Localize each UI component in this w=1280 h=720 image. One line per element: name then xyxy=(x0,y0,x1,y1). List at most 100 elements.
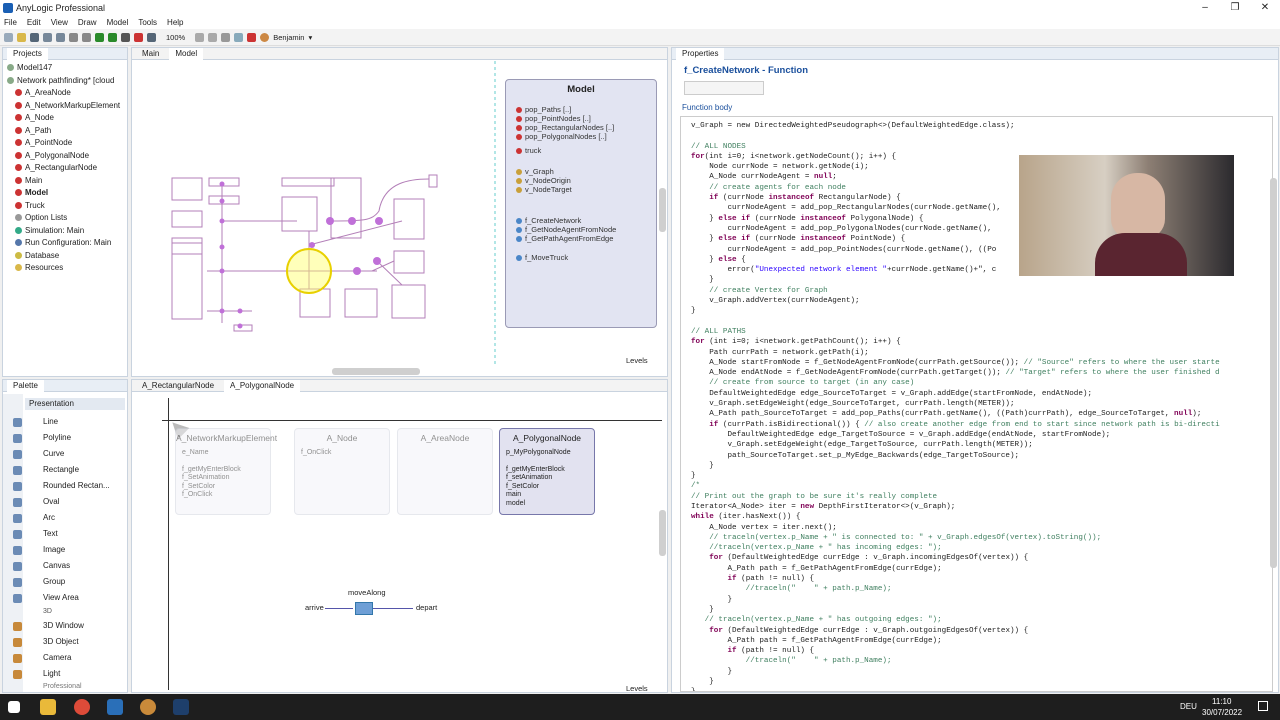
undo-icon[interactable] xyxy=(43,32,52,42)
project-tree-item[interactable]: A_Node xyxy=(3,112,127,125)
bottom-v-scrollbar[interactable] xyxy=(659,510,666,556)
stop-icon[interactable] xyxy=(134,32,143,42)
project-tree-item[interactable]: Truck xyxy=(3,200,127,213)
palette-section-header[interactable]: Presentation xyxy=(25,398,125,410)
model-card-entry[interactable]: f_GetPathAgentFromEdge xyxy=(516,234,656,243)
export-icon[interactable] xyxy=(247,32,257,42)
palette-item[interactable]: Group xyxy=(13,574,123,590)
move-along-block[interactable] xyxy=(355,602,373,615)
project-tree-item[interactable]: A_RectangularNode xyxy=(3,162,127,175)
file-explorer-icon[interactable] xyxy=(40,699,56,715)
project-tree-item[interactable]: Model xyxy=(3,187,127,200)
model-agent-card[interactable]: Model pop_Paths [..] pop_PointNodes [..] p… xyxy=(505,79,657,328)
palette-item[interactable]: 3D Object xyxy=(13,634,123,650)
menu-tools[interactable]: Tools xyxy=(138,18,157,27)
project-tree-item[interactable]: A_PolygonalNode xyxy=(3,150,127,163)
cut-icon[interactable] xyxy=(69,32,78,42)
anylogic-icon[interactable] xyxy=(107,699,123,715)
bottom-levels-label[interactable]: Levels xyxy=(626,684,648,693)
palette-item[interactable]: Curve xyxy=(13,446,123,462)
maximize-icon[interactable]: ❐ xyxy=(1220,0,1250,16)
recorder-icon[interactable] xyxy=(140,699,156,715)
menu-draw[interactable]: Draw xyxy=(78,18,97,27)
project-tree-item[interactable]: A_AreaNode xyxy=(3,87,127,100)
top-h-scrollbar[interactable] xyxy=(332,368,420,375)
palette-item[interactable]: Light xyxy=(13,666,123,682)
menu-file[interactable]: File xyxy=(4,18,17,27)
palette-item[interactable]: Line xyxy=(13,414,123,430)
zoom-level[interactable]: 100% xyxy=(166,33,185,42)
project-tree-item[interactable]: A_NetworkMarkupElement xyxy=(3,100,127,113)
project-tree-item[interactable]: Model147 xyxy=(3,62,127,75)
tab-model[interactable]: Model xyxy=(169,47,204,60)
menu-help[interactable]: Help xyxy=(167,18,183,27)
palette-item[interactable]: Rectangle xyxy=(13,462,123,478)
project-tree-item[interactable]: Option Lists xyxy=(3,212,127,225)
keyboard-language[interactable]: DEU xyxy=(1180,702,1197,711)
menu-edit[interactable]: Edit xyxy=(27,18,41,27)
top-levels-label[interactable]: Levels xyxy=(626,356,648,365)
model-card-entry[interactable]: truck xyxy=(516,146,656,155)
zoom-icon[interactable] xyxy=(147,32,156,42)
palette-item[interactable]: Polyline xyxy=(13,430,123,446)
palette-item[interactable]: Rounded Rectan... xyxy=(13,478,123,494)
debug-icon[interactable] xyxy=(121,32,130,42)
copy-icon[interactable] xyxy=(82,32,91,42)
build-icon[interactable] xyxy=(95,32,104,42)
agent-card[interactable]: A_NetworkMarkupElement e_Name f_getMyEnter… xyxy=(175,428,277,515)
zoom-out-icon[interactable] xyxy=(208,32,218,42)
tab-a-polygonalnode[interactable]: A_PolygonalNode xyxy=(224,379,301,392)
project-tree-item[interactable]: A_Path xyxy=(3,125,127,138)
model-card-entry[interactable]: f_MoveTruck xyxy=(516,253,656,262)
model-card-entry[interactable]: v_NodeTarget xyxy=(516,185,656,194)
tab-a-rectangularnode[interactable]: A_RectangularNode xyxy=(136,380,220,392)
user-dropdown-icon[interactable]: ▾ xyxy=(308,33,312,42)
palette-item[interactable]: Image xyxy=(13,542,123,558)
project-tree-item[interactable]: Run Configuration: Main xyxy=(3,237,127,250)
menu-model[interactable]: Model xyxy=(107,18,129,27)
close-icon[interactable]: ✕ xyxy=(1250,0,1280,16)
user-name[interactable]: Benjamin xyxy=(273,33,304,42)
function-body-header[interactable]: Function body xyxy=(682,103,732,112)
windows-start-icon[interactable] xyxy=(8,701,20,713)
project-tree-item[interactable]: Simulation: Main xyxy=(3,225,127,238)
agent-card[interactable]: A_PolygonalNode p_MyPolygonalNode f_getMyE… xyxy=(499,428,595,515)
project-tree-item[interactable]: Database xyxy=(3,250,127,263)
notification-icon[interactable] xyxy=(1258,701,1268,711)
new-icon[interactable] xyxy=(4,32,13,42)
project-tree-item[interactable]: Main xyxy=(3,175,127,188)
cloud-icon[interactable] xyxy=(234,32,244,42)
clock-time[interactable]: 11:10 xyxy=(1212,697,1231,706)
palette-item[interactable]: 3D Window xyxy=(13,618,123,634)
palette-item[interactable]: View Area xyxy=(13,590,123,606)
model-card-entry[interactable]: f_GetNodeAgentFromNode xyxy=(516,225,656,234)
project-tree-item[interactable]: Network pathfinding* [cloud xyxy=(3,75,127,88)
agent-card[interactable]: A_AreaNode xyxy=(397,428,493,515)
project-tree-item[interactable]: A_PointNode xyxy=(3,137,127,150)
run-icon[interactable] xyxy=(108,32,117,42)
menu-view[interactable]: View xyxy=(51,18,68,27)
palette-3d-section[interactable]: 3D xyxy=(33,606,123,618)
pan-icon[interactable] xyxy=(221,32,231,42)
model-card-entry[interactable]: v_NodeOrigin xyxy=(516,176,656,185)
palette-footer[interactable]: Professional xyxy=(33,682,123,692)
palette-item[interactable]: Oval xyxy=(13,494,123,510)
tab-projects[interactable]: Projects xyxy=(7,47,48,60)
agent-card[interactable]: A_Node f_OnClick xyxy=(294,428,390,515)
top-v-scrollbar[interactable] xyxy=(659,188,666,232)
tab-main[interactable]: Main xyxy=(136,48,165,60)
model-card-entry[interactable]: pop_RectangularNodes [..] xyxy=(516,123,656,132)
model-card-entry[interactable]: pop_PolygonalNodes [..] xyxy=(516,132,656,141)
palette-item[interactable]: Canvas xyxy=(13,558,123,574)
save-icon[interactable] xyxy=(30,32,39,42)
clock-date[interactable]: 30/07/2022 xyxy=(1202,708,1242,717)
model-card-entry[interactable]: pop_Paths [..] xyxy=(516,105,656,114)
tab-palette[interactable]: Palette xyxy=(7,379,44,392)
palette-item[interactable]: Camera xyxy=(13,650,123,666)
model-card-entry[interactable]: f_CreateNetwork xyxy=(516,216,656,225)
chrome-icon[interactable] xyxy=(74,699,90,715)
palette-item[interactable]: Text xyxy=(13,526,123,542)
open-icon[interactable] xyxy=(17,32,26,42)
anylogic-secondary-icon[interactable] xyxy=(173,699,189,715)
project-tree-item[interactable]: Resources xyxy=(3,262,127,275)
